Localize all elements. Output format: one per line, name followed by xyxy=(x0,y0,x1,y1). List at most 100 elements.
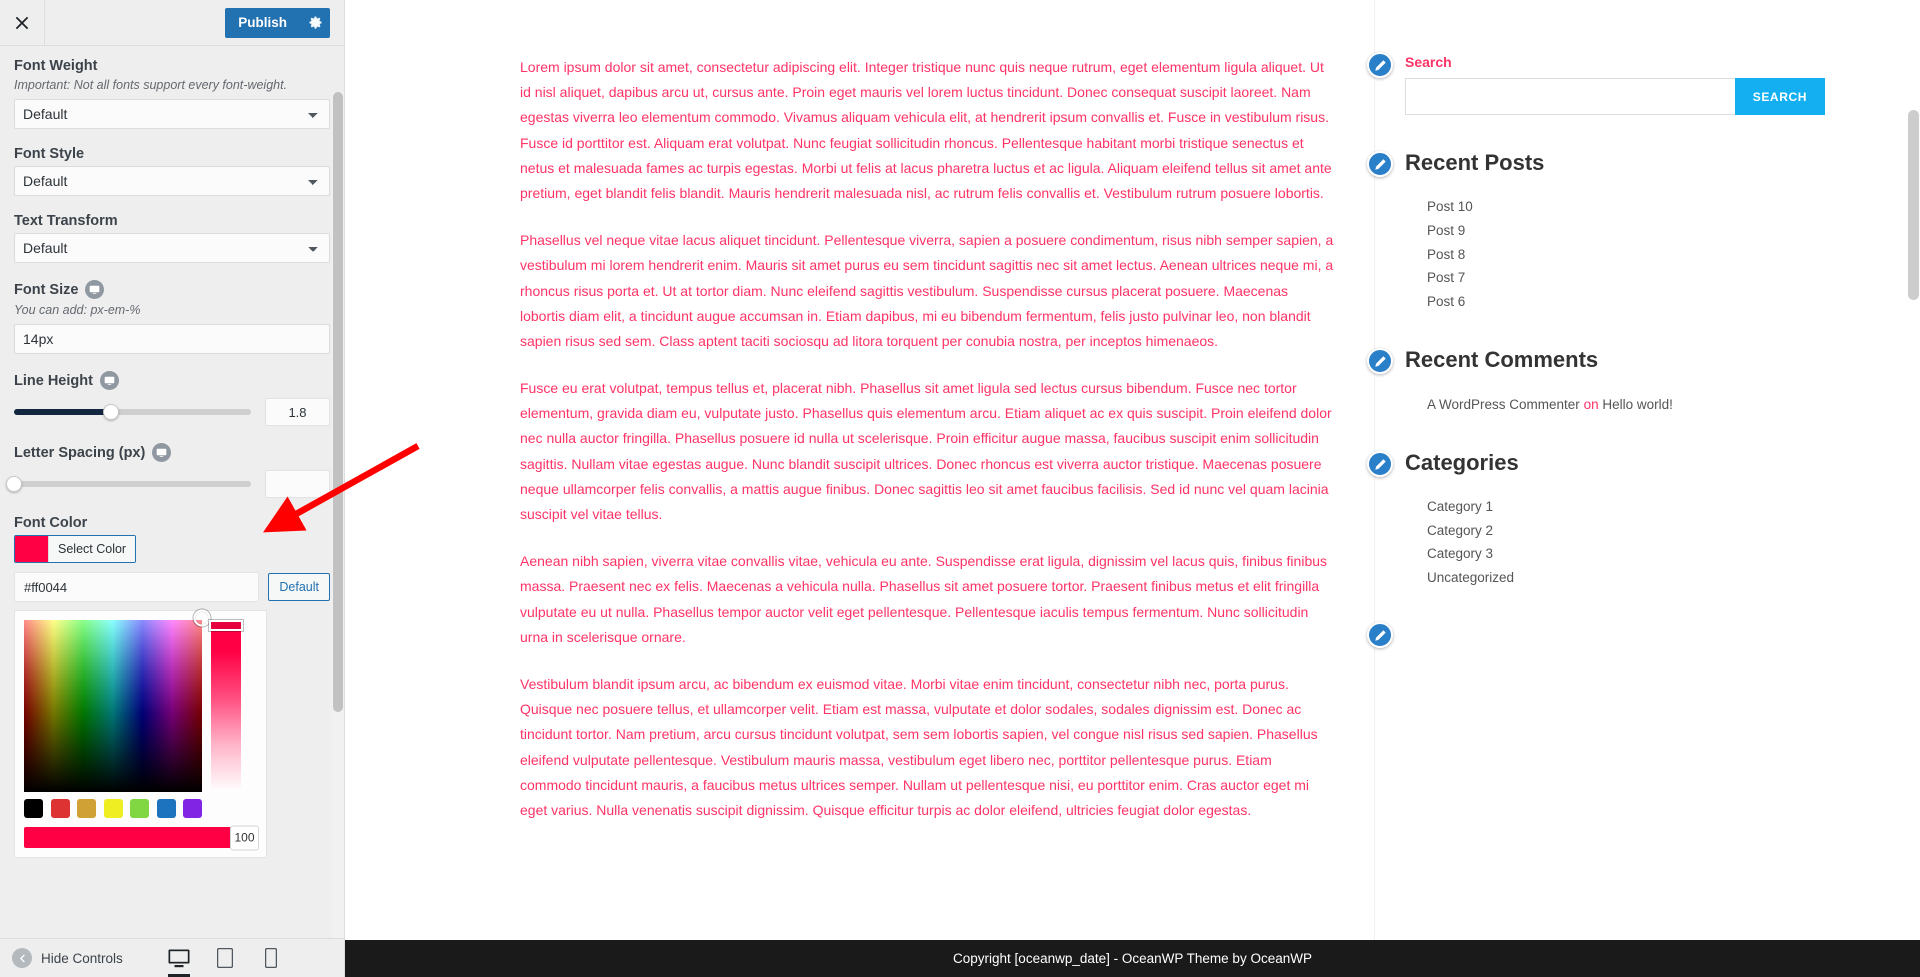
customizer-app: Publish Font Weight Important: Not all f… xyxy=(0,0,1920,977)
category-link[interactable]: Category 2 xyxy=(1427,522,1825,541)
recent-posts-list: Post 10 Post 9 Post 8 Post 7 Post 6 xyxy=(1405,198,1825,312)
device-preview-buttons xyxy=(166,943,332,977)
alpha-value[interactable]: 100 xyxy=(230,825,259,850)
responsive-device-icon[interactable] xyxy=(85,280,105,299)
font-style-select[interactable]: Default xyxy=(14,166,330,196)
font-style-label: Font Style xyxy=(14,146,85,162)
font-size-input[interactable] xyxy=(14,324,330,354)
control-text-transform: Text Transform Default xyxy=(14,213,330,263)
publish-button[interactable]: Publish xyxy=(225,7,300,38)
edit-widget-pencil-icon[interactable] xyxy=(1367,622,1393,649)
category-link[interactable]: Category 1 xyxy=(1427,498,1825,517)
recent-post-link[interactable]: Post 8 xyxy=(1427,246,1825,265)
recent-post-link[interactable]: Post 7 xyxy=(1427,269,1825,288)
color-swatch-6[interactable] xyxy=(183,799,202,818)
content-paragraph: Lorem ipsum dolor sit amet, consectetur … xyxy=(520,59,1332,201)
font-color-button-row: Select Color xyxy=(14,535,330,563)
color-swatch-5[interactable] xyxy=(156,799,176,818)
hex-color-input[interactable] xyxy=(14,572,260,602)
color-swatch-3[interactable] xyxy=(103,799,123,818)
edit-widget-pencil-icon[interactable] xyxy=(1367,151,1393,178)
letter-spacing-slider-row xyxy=(6,470,330,498)
line-height-label-text: Line Height xyxy=(14,372,93,389)
font-weight-description: Important: Not all fonts support every f… xyxy=(14,78,288,92)
search-input[interactable] xyxy=(1405,78,1735,116)
color-swatch-2[interactable] xyxy=(77,799,96,818)
font-color-label: Font Color xyxy=(14,515,88,531)
line-height-value[interactable]: 1.8 xyxy=(265,398,330,426)
content-paragraph: Phasellus vel neque vitae lacus aliquet … xyxy=(520,232,1334,349)
control-letter-spacing: Letter Spacing (px) xyxy=(6,443,330,498)
text-transform-select[interactable]: Default xyxy=(14,233,330,263)
alpha-row: 100 xyxy=(24,825,259,850)
letter-spacing-value[interactable] xyxy=(265,470,330,498)
device-mobile-button[interactable] xyxy=(258,943,284,973)
edit-widget-pencil-icon[interactable] xyxy=(1367,451,1393,478)
customizer-header: Publish xyxy=(0,0,344,46)
control-font-style: Font Style Default xyxy=(14,146,330,196)
customizer-footer: Hide Controls xyxy=(0,938,344,977)
font-weight-select[interactable]: Default xyxy=(14,99,330,129)
letter-spacing-slider-knob[interactable] xyxy=(6,476,22,492)
text-transform-label: Text Transform xyxy=(14,213,118,229)
responsive-device-icon[interactable] xyxy=(99,371,119,390)
default-color-button[interactable]: Default xyxy=(268,573,330,601)
hue-strip[interactable] xyxy=(209,620,243,792)
saturation-selector-ring[interactable] xyxy=(193,609,211,627)
color-swatch-0[interactable] xyxy=(24,799,43,818)
search-button[interactable]: SEARCH xyxy=(1734,78,1825,116)
recent-post-link[interactable]: Post 9 xyxy=(1427,222,1825,241)
preview-scrollbar-track[interactable] xyxy=(1907,0,1920,940)
letter-spacing-label: Letter Spacing (px) xyxy=(14,443,330,462)
edit-widget-pencil-icon[interactable] xyxy=(1367,348,1393,375)
sidebar-scrollbar-track[interactable] xyxy=(332,92,344,938)
comment-author[interactable]: A WordPress Commenter xyxy=(1427,397,1580,412)
recent-post-link[interactable]: Post 10 xyxy=(1427,198,1825,217)
alpha-slider[interactable] xyxy=(24,827,257,848)
widget-extra-edit-slot xyxy=(1367,622,1825,652)
gear-icon[interactable] xyxy=(300,7,330,38)
content-paragraph: Fusce eu erat volutpat, tempus tellus et… xyxy=(520,380,1332,522)
color-swatch-1[interactable] xyxy=(50,799,70,818)
line-height-slider-knob[interactable] xyxy=(103,404,120,420)
chevron-left-icon xyxy=(12,948,32,968)
letter-spacing-label-text: Letter Spacing (px) xyxy=(14,444,146,461)
edit-widget-pencil-icon[interactable] xyxy=(1367,52,1393,78)
picker-top xyxy=(24,609,257,792)
category-link[interactable]: Uncategorized xyxy=(1427,569,1825,588)
control-font-size: Font Size You can add: px-em-% xyxy=(14,280,330,354)
site-preview: Lorem ipsum dolor sit amet, consectetur … xyxy=(345,0,1920,977)
hide-controls-button[interactable]: Hide Controls xyxy=(12,948,123,968)
category-link[interactable]: Category 3 xyxy=(1427,545,1825,564)
customizer-sidebar: Publish Font Weight Important: Not all f… xyxy=(0,0,345,977)
select-color-button[interactable]: Select Color xyxy=(14,535,137,563)
search-form: SEARCH xyxy=(1405,78,1825,116)
content-paragraph: Aenean nibh sapien, viverra vitae conval… xyxy=(520,553,1328,645)
recent-post-link[interactable]: Post 6 xyxy=(1427,293,1825,312)
font-size-label: Font Size xyxy=(14,280,330,299)
site-footer: Copyright [oceanwp_date] - OceanWP Theme… xyxy=(345,940,1920,977)
sidebar-scrollbar-thumb[interactable] xyxy=(333,92,343,712)
device-tablet-button[interactable] xyxy=(212,943,238,973)
responsive-device-icon[interactable] xyxy=(152,443,172,462)
font-size-label-text: Font Size xyxy=(14,281,79,298)
comment-post-title[interactable]: Hello world! xyxy=(1602,397,1673,412)
hue-slider-handle[interactable] xyxy=(209,620,243,631)
publish-group: Publish xyxy=(225,7,330,38)
categories-list: Category 1 Category 2 Category 3 Uncategori… xyxy=(1405,498,1825,589)
current-color-swatch xyxy=(15,536,48,562)
widget-categories-title: Categories xyxy=(1405,450,1519,476)
color-swatch-4[interactable] xyxy=(130,799,149,818)
close-icon[interactable] xyxy=(0,0,45,45)
comment-on-word: on xyxy=(1583,396,1599,412)
device-desktop-button[interactable] xyxy=(166,943,192,977)
preview-scrollbar-thumb[interactable] xyxy=(1908,110,1919,300)
line-height-label: Line Height xyxy=(14,371,330,390)
font-weight-label: Font Weight xyxy=(14,58,98,74)
control-font-weight: Font Weight Important: Not all fonts sup… xyxy=(14,58,330,129)
line-height-slider[interactable] xyxy=(14,404,251,420)
letter-spacing-slider[interactable] xyxy=(6,476,251,492)
select-color-label: Select Color xyxy=(48,536,136,562)
font-size-description: You can add: px-em-% xyxy=(14,303,141,317)
saturation-value-area[interactable] xyxy=(24,609,211,792)
